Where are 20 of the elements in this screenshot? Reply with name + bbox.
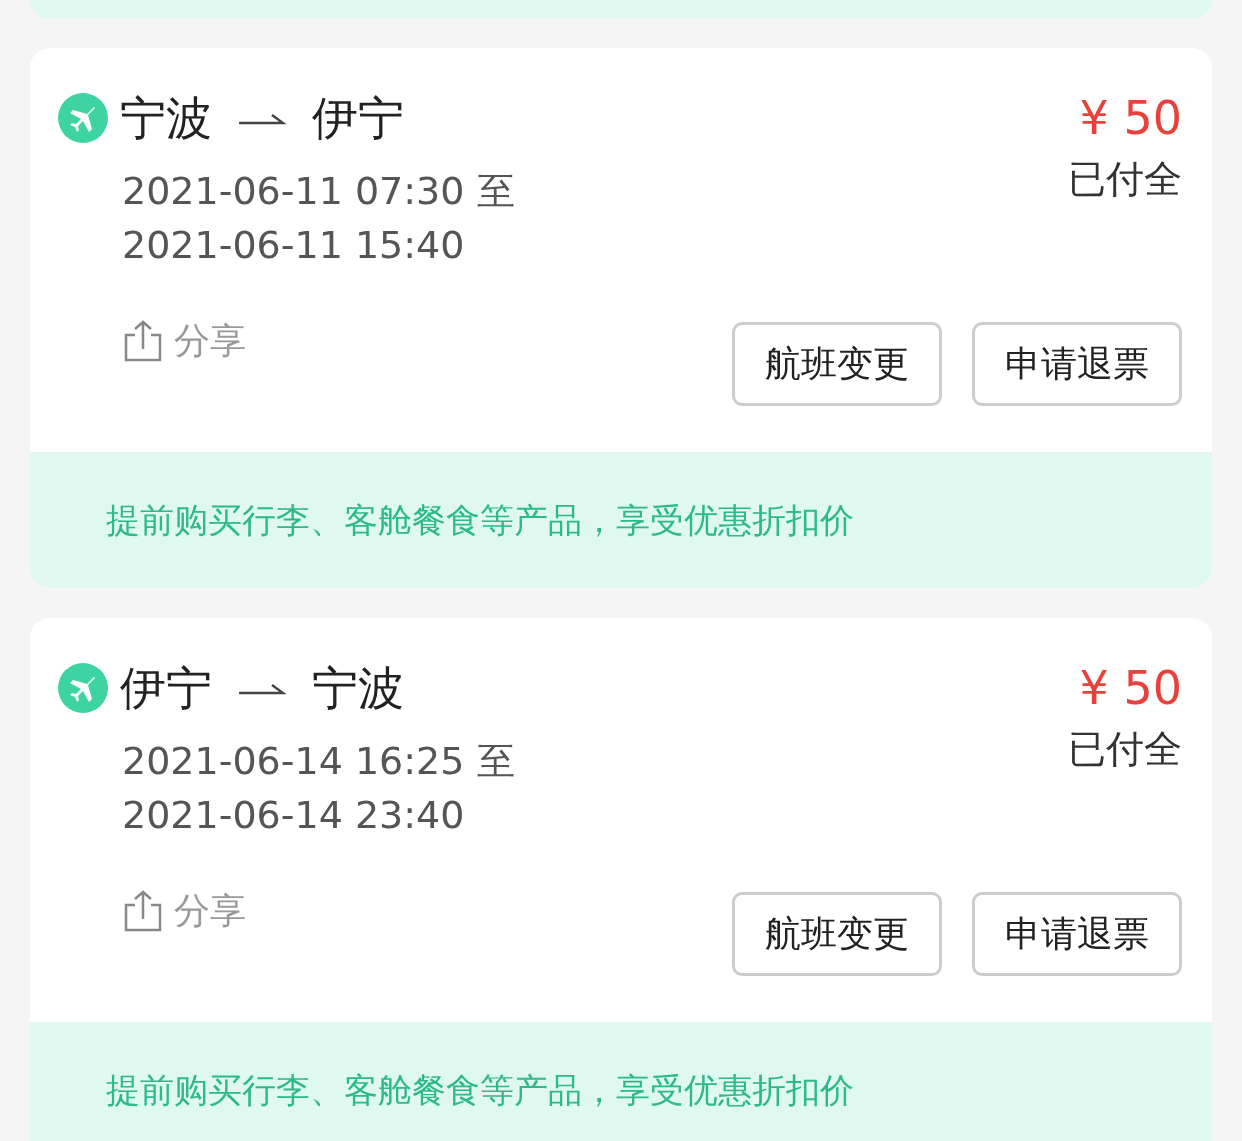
action-button[interactable]: 申请退票: [972, 322, 1182, 406]
action-button[interactable]: 航班变更: [732, 322, 942, 406]
origin-city: 伊宁: [120, 665, 212, 711]
departure-time: 2021-06-14 16:25 至: [122, 738, 515, 785]
price: ¥ 50: [1079, 660, 1182, 717]
price: ¥ 50: [1079, 90, 1182, 147]
origin-city: 宁波: [120, 95, 212, 141]
payment-status: 已付全: [1068, 726, 1182, 773]
departure-time: 2021-06-11 07:30 至: [122, 168, 515, 215]
destination-city: 宁波: [312, 665, 404, 711]
share-icon: [122, 319, 164, 363]
airplane-icon: [58, 93, 108, 143]
arrival-time: 2021-06-11 15:40: [122, 222, 466, 269]
airplane-icon: [58, 663, 108, 713]
arrival-time: 2021-06-14 23:40: [122, 792, 466, 839]
action-button[interactable]: 航班变更: [732, 892, 942, 976]
share-icon: [122, 889, 164, 933]
action-button[interactable]: 申请退票: [972, 892, 1182, 976]
destination-city: 伊宁: [312, 95, 404, 141]
payment-status: 已付全: [1068, 156, 1182, 203]
